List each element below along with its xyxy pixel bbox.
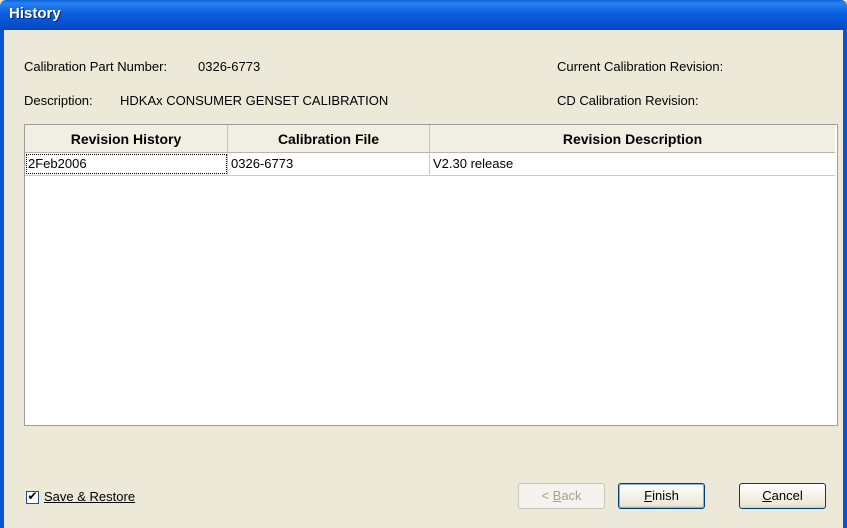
cell-calibration-file[interactable]: 0326-6773 <box>228 153 430 175</box>
back-label-rest: ack <box>561 488 582 503</box>
part-number-value: 0326-6773 <box>198 59 261 74</box>
current-revision-label: Current Calibration Revision: <box>557 59 724 74</box>
save-restore-checkbox[interactable]: ✔ <box>26 489 39 504</box>
column-header-calibration-file[interactable]: Calibration File <box>228 125 430 153</box>
window-frame-right <box>843 30 847 528</box>
window-frame-left <box>0 30 4 528</box>
window-title: History <box>9 5 61 22</box>
column-header-revision-history[interactable]: Revision History <box>25 125 228 153</box>
save-restore-label-access: Save & Restore <box>44 489 136 504</box>
cancel-button[interactable]: Cancel <box>739 483 826 509</box>
part-number-label: Calibration Part Number: <box>24 59 168 74</box>
back-label-prefix: < <box>541 488 553 503</box>
back-button[interactable]: < Back <box>518 483 605 509</box>
cd-revision-label: CD Calibration Revision: <box>557 93 699 108</box>
finish-label-rest: inish <box>652 488 679 503</box>
finish-button[interactable]: Finish <box>618 483 705 509</box>
title-bar[interactable]: History <box>0 0 847 30</box>
description-label: Description: <box>24 93 93 108</box>
cell-revision-description[interactable]: V2.30 release <box>430 153 835 175</box>
check-mark-icon: ✔ <box>27 489 38 503</box>
column-header-revision-description[interactable]: Revision Description <box>430 125 835 153</box>
save-restore-label[interactable]: Save & Restore <box>44 489 135 504</box>
table-row[interactable]: 2Feb2006 0326-6773 V2.30 release <box>25 153 835 176</box>
cancel-label-rest: ancel <box>771 488 803 503</box>
revision-grid[interactable]: Revision History Calibration File Revisi… <box>24 124 838 426</box>
description-value: HDKAx CONSUMER GENSET CALIBRATION <box>120 93 389 108</box>
cell-revision-history[interactable]: 2Feb2006 <box>25 153 228 175</box>
cancel-label-access: C <box>762 488 772 503</box>
history-dialog: History Calibration Part Number: 0326-67… <box>0 0 847 528</box>
finish-label-access: F <box>644 488 653 503</box>
